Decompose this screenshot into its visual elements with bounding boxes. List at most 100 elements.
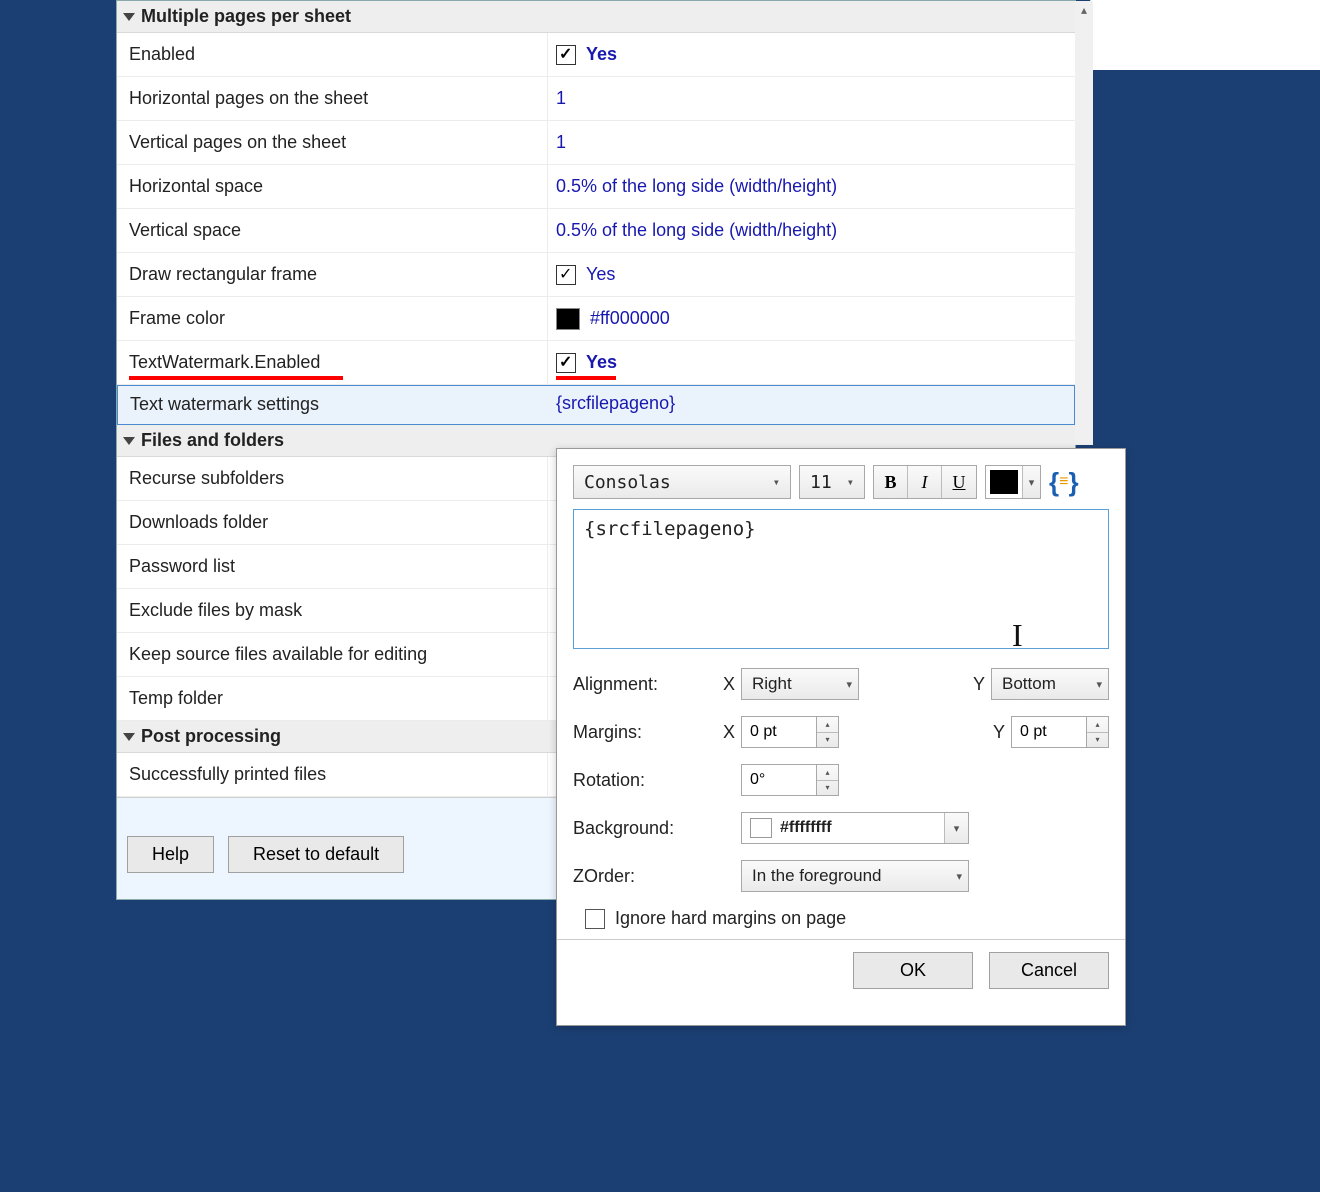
label-twm-enabled: TextWatermark.Enabled xyxy=(117,341,547,384)
background-color-select[interactable]: #ffffffff ▾ xyxy=(741,812,969,844)
spin-down-icon[interactable]: ▾ xyxy=(1087,733,1108,748)
value-frame: Yes xyxy=(586,264,615,285)
rotation-spinner[interactable]: ▴▾ xyxy=(741,764,839,796)
zorder-select[interactable]: In the foreground ▾ xyxy=(741,860,969,892)
checkbox-enabled[interactable] xyxy=(556,45,576,65)
chevron-down-icon: ▾ xyxy=(838,678,852,691)
chevron-down-icon: ▾ xyxy=(1088,678,1102,691)
scrollbar[interactable]: ▴ xyxy=(1075,1,1093,445)
collapse-icon xyxy=(123,13,135,21)
align-y-select[interactable]: Bottom ▾ xyxy=(991,668,1109,700)
row-enabled[interactable]: Enabled Yes xyxy=(117,33,1075,77)
ignore-margins-label: Ignore hard margins on page xyxy=(615,908,846,929)
x-label: X xyxy=(715,674,735,695)
row-twm-settings[interactable]: Text watermark settings {srcfilepageno} xyxy=(117,385,1075,425)
background-label: Background: xyxy=(573,818,741,839)
chevron-down-icon: ▾ xyxy=(944,813,968,843)
section-title: Multiple pages per sheet xyxy=(141,6,351,27)
side-strip xyxy=(1090,0,1320,70)
value-vspace: 0.5% of the long side (width/height) xyxy=(556,220,837,241)
label-password: Password list xyxy=(117,545,547,588)
toolbar: Consolas ▾ 11 ▾ B I U ▾ {≡} xyxy=(557,449,1125,509)
row-vpages[interactable]: Vertical pages on the sheet 1 xyxy=(117,121,1075,165)
label-recurse: Recurse subfolders xyxy=(117,457,547,500)
chevron-down-icon: ▾ xyxy=(767,475,786,489)
row-hpages[interactable]: Horizontal pages on the sheet 1 xyxy=(117,77,1075,121)
ok-button[interactable]: OK xyxy=(853,952,973,989)
bg-color-swatch xyxy=(750,818,772,838)
rotation-input[interactable] xyxy=(742,765,816,795)
label-exclude: Exclude files by mask xyxy=(117,589,547,632)
section-multiple-pages[interactable]: Multiple pages per sheet xyxy=(117,1,1075,33)
section-title: Files and folders xyxy=(141,430,284,451)
help-button[interactable]: Help xyxy=(127,836,214,873)
italic-button[interactable]: I xyxy=(908,466,942,498)
reset-button[interactable]: Reset to default xyxy=(228,836,404,873)
spin-up-icon[interactable]: ▴ xyxy=(817,765,838,781)
margin-x-spinner[interactable]: ▴▾ xyxy=(741,716,839,748)
value-twm-enabled: Yes xyxy=(586,352,617,373)
spin-down-icon[interactable]: ▾ xyxy=(817,781,838,796)
watermark-text-input[interactable] xyxy=(573,509,1109,649)
value-framecolor: #ff000000 xyxy=(590,308,670,329)
spin-down-icon[interactable]: ▾ xyxy=(817,733,838,748)
ignore-margins-checkbox[interactable] xyxy=(585,909,605,929)
margins-label: Margins: xyxy=(573,722,715,743)
row-twm-enabled[interactable]: TextWatermark.Enabled Yes xyxy=(117,341,1075,385)
label-twm-settings: Text watermark settings xyxy=(118,386,548,424)
checkbox-frame[interactable] xyxy=(556,265,576,285)
color-swatch xyxy=(990,470,1018,494)
macro-insert-button[interactable]: {≡} xyxy=(1049,467,1079,498)
row-frame[interactable]: Draw rectangular frame Yes xyxy=(117,253,1075,297)
margin-x-input[interactable] xyxy=(742,717,816,747)
label-hspace: Horizontal space xyxy=(117,165,547,208)
font-style-group: B I U xyxy=(873,465,977,499)
value-twm-settings: {srcfilepageno} xyxy=(556,393,675,413)
value-enabled: Yes xyxy=(586,44,617,65)
align-x-select[interactable]: Right ▾ xyxy=(741,668,859,700)
font-family-value: Consolas xyxy=(584,472,671,493)
label-frame: Draw rectangular frame xyxy=(117,253,547,296)
row-framecolor[interactable]: Frame color #ff000000 xyxy=(117,297,1075,341)
highlight-underline-2 xyxy=(556,376,616,380)
font-size-combo[interactable]: 11 ▾ xyxy=(799,465,865,499)
label-framecolor: Frame color xyxy=(117,297,547,340)
zorder-label: ZOrder: xyxy=(573,866,741,887)
cancel-button[interactable]: Cancel xyxy=(989,952,1109,989)
row-hspace[interactable]: Horizontal space 0.5% of the long side (… xyxy=(117,165,1075,209)
value-hpages: 1 xyxy=(556,88,566,109)
label-temp: Temp folder xyxy=(117,677,547,720)
x-label: X xyxy=(715,722,735,743)
font-family-combo[interactable]: Consolas ▾ xyxy=(573,465,791,499)
chevron-down-icon: ▾ xyxy=(841,475,860,489)
label-keepsrc: Keep source files available for editing xyxy=(117,633,547,676)
underline-button[interactable]: U xyxy=(942,466,976,498)
label-vspace: Vertical space xyxy=(117,209,547,252)
section-title: Post processing xyxy=(141,726,281,747)
margin-y-spinner[interactable]: ▴▾ xyxy=(1011,716,1109,748)
checkbox-twm-enabled[interactable] xyxy=(556,353,576,373)
watermark-options: Alignment: X Right ▾ Y Bottom ▾ Margins:… xyxy=(557,654,1125,939)
font-size-value: 11 xyxy=(810,472,832,493)
highlight-underline xyxy=(129,376,343,380)
collapse-icon xyxy=(123,733,135,741)
row-vspace[interactable]: Vertical space 0.5% of the long side (wi… xyxy=(117,209,1075,253)
alignment-label: Alignment: xyxy=(573,674,715,695)
align-y-value: Bottom xyxy=(1002,674,1056,694)
watermark-editor-popup: Consolas ▾ 11 ▾ B I U ▾ {≡} I xyxy=(556,448,1126,1026)
text-color-picker[interactable]: ▾ xyxy=(985,465,1041,499)
scroll-up-icon[interactable]: ▴ xyxy=(1075,1,1093,19)
label-hpages: Horizontal pages on the sheet xyxy=(117,77,547,120)
spin-up-icon[interactable]: ▴ xyxy=(817,717,838,733)
margin-y-input[interactable] xyxy=(1012,717,1086,747)
text-cursor-icon: I xyxy=(1012,617,1023,654)
label-enabled: Enabled xyxy=(117,33,547,76)
align-x-value: Right xyxy=(752,674,792,694)
chevron-down-icon: ▾ xyxy=(948,870,962,883)
chevron-down-icon: ▾ xyxy=(1022,466,1040,498)
label-success: Successfully printed files xyxy=(117,753,547,796)
bold-button[interactable]: B xyxy=(874,466,908,498)
spin-up-icon[interactable]: ▴ xyxy=(1087,717,1108,733)
value-hspace: 0.5% of the long side (width/height) xyxy=(556,176,837,197)
bg-color-value: #ffffffff xyxy=(780,819,944,837)
